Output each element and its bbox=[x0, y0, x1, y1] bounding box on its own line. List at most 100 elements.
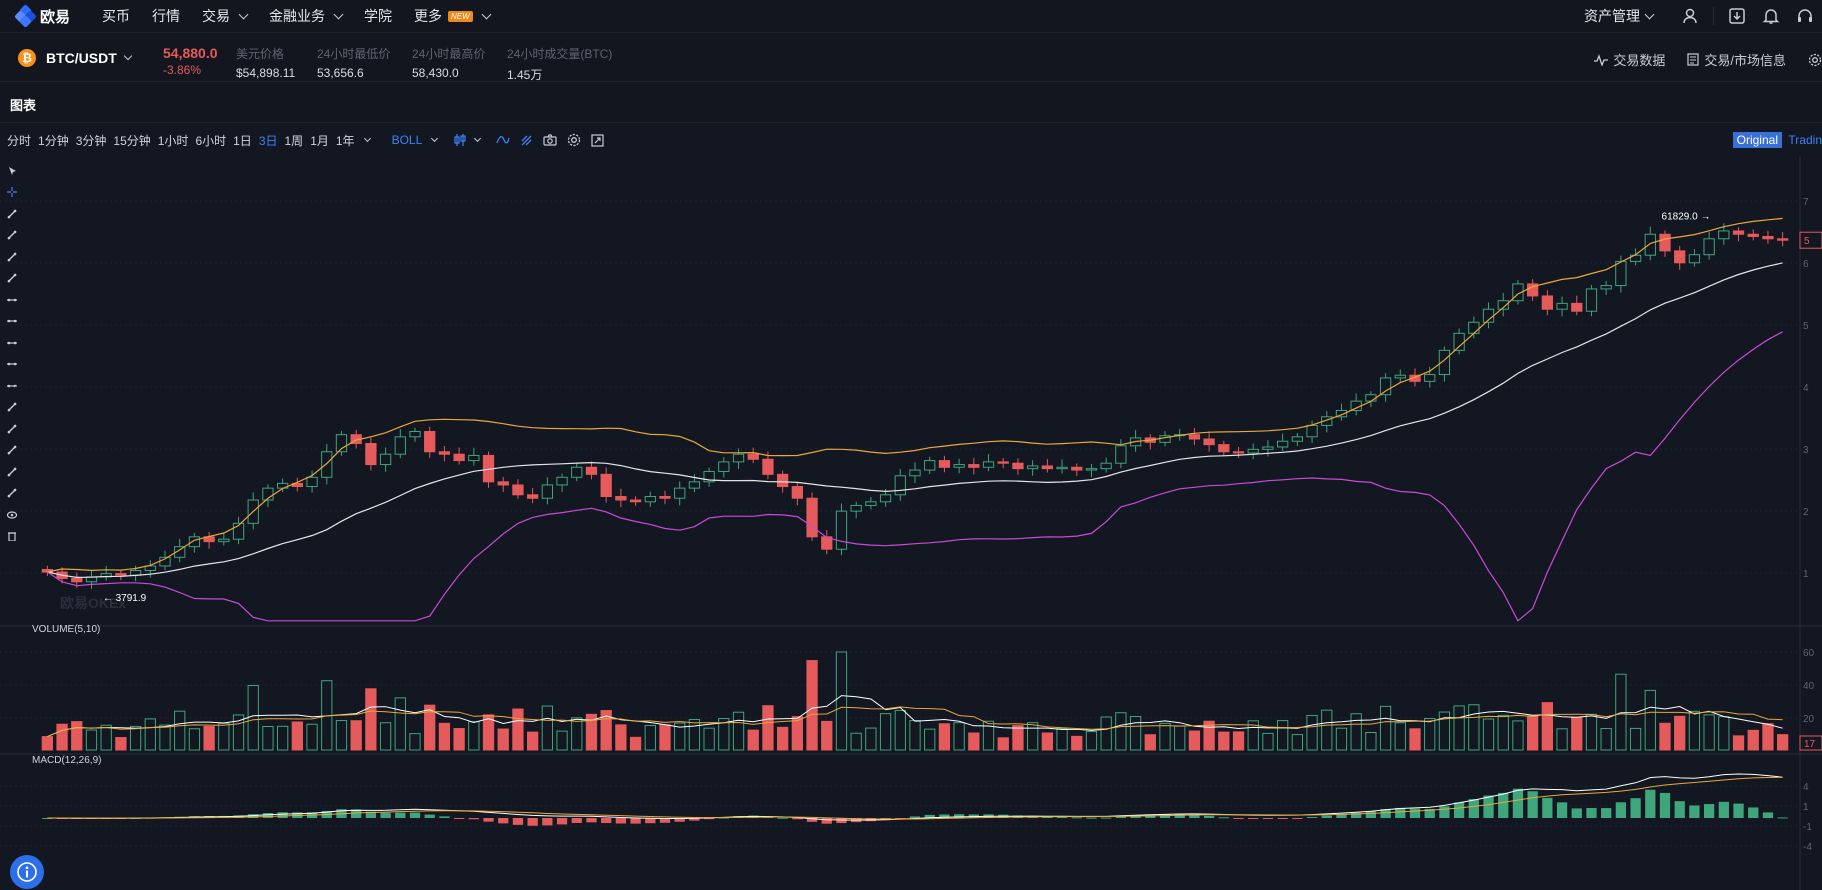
nav-item-0[interactable]: 买币 bbox=[102, 6, 130, 26]
okx-logo[interactable]: 欧易 bbox=[14, 4, 76, 28]
volume-bar bbox=[306, 723, 318, 751]
settings-icon[interactable] bbox=[1808, 53, 1822, 67]
macd-histogram-bar bbox=[527, 818, 538, 826]
candle bbox=[615, 496, 627, 501]
drawing-icon[interactable] bbox=[520, 134, 533, 147]
bell-icon[interactable] bbox=[1754, 0, 1788, 32]
stat-24h-high: 24小时最高价 58,430.0 bbox=[412, 45, 485, 80]
volume-label: VOLUME(5,10) bbox=[32, 624, 101, 635]
macd-histogram-bar bbox=[556, 818, 568, 825]
interval-10[interactable]: 1年 bbox=[336, 132, 355, 149]
interval-1[interactable]: 1分钟 bbox=[38, 132, 69, 149]
volume-bar bbox=[335, 720, 348, 751]
macd-histogram-bar bbox=[1277, 818, 1288, 819]
macd-histogram-bar bbox=[1468, 799, 1479, 818]
view-original-toggle[interactable]: Original bbox=[1732, 132, 1782, 148]
candle bbox=[306, 476, 318, 488]
indicator-select[interactable]: BOLL bbox=[392, 133, 439, 147]
candle-type-icon[interactable] bbox=[453, 133, 482, 147]
volume-bar bbox=[1056, 728, 1068, 751]
volume-bar bbox=[1629, 727, 1642, 751]
settings-icon[interactable] bbox=[567, 133, 581, 147]
macd-axis-tick: 1 bbox=[1803, 802, 1809, 813]
volume-bar bbox=[1512, 720, 1524, 751]
volume-bar bbox=[909, 720, 921, 751]
candle bbox=[1703, 238, 1715, 256]
info-button[interactable] bbox=[10, 855, 44, 889]
volume-bar bbox=[527, 731, 539, 751]
candle bbox=[1379, 377, 1392, 396]
stat-24h-volume: 24小时成交量(BTC) 1.45万 bbox=[507, 45, 612, 83]
fullscreen-icon[interactable] bbox=[591, 133, 604, 147]
headset-icon[interactable] bbox=[1788, 0, 1822, 32]
download-icon[interactable] bbox=[1720, 0, 1754, 32]
macd-histogram-bar bbox=[1321, 815, 1332, 818]
interval-4[interactable]: 1小时 bbox=[158, 132, 189, 149]
chart-canvas[interactable]: 7654321欧易OKEx61829.0 →← 3791.95604020174… bbox=[0, 156, 1822, 890]
nav-item-1[interactable]: 行情 bbox=[152, 6, 180, 26]
candle bbox=[129, 569, 142, 576]
volume-bar bbox=[1041, 732, 1054, 751]
nav-item-3[interactable]: 金融业务 bbox=[269, 6, 344, 26]
volume-bar bbox=[203, 726, 215, 751]
trading-data-link[interactable]: 交易数据 bbox=[1594, 50, 1665, 69]
view-tradingview-toggle[interactable]: Tradin bbox=[1788, 133, 1822, 147]
volume-bar bbox=[1409, 728, 1421, 751]
pair-selector[interactable]: BTC/USDT bbox=[46, 50, 133, 66]
candle bbox=[718, 461, 730, 472]
volume-bar bbox=[512, 708, 524, 751]
interval-5[interactable]: 6小时 bbox=[195, 132, 226, 149]
candle bbox=[1041, 465, 1054, 470]
interval-9[interactable]: 1月 bbox=[310, 132, 329, 149]
interval-8[interactable]: 1周 bbox=[285, 132, 304, 149]
macd-histogram-bar bbox=[1674, 801, 1685, 818]
macd-histogram-bar bbox=[615, 818, 627, 824]
nav-item-4[interactable]: 学院 bbox=[364, 6, 392, 26]
stat-value: 1.45万 bbox=[507, 68, 543, 82]
macd-histogram-bar bbox=[1645, 789, 1656, 818]
user-icon[interactable] bbox=[1673, 0, 1707, 32]
volume-bar bbox=[1762, 723, 1774, 751]
macd-histogram-bar bbox=[1718, 801, 1729, 818]
candle bbox=[1615, 260, 1627, 287]
macd-histogram-bar bbox=[1630, 798, 1641, 818]
candle bbox=[556, 476, 568, 486]
candle bbox=[644, 496, 656, 503]
volume-bar bbox=[1497, 714, 1509, 751]
macd-histogram-bar bbox=[1527, 791, 1538, 818]
volume-bar bbox=[1644, 689, 1656, 751]
asset-management-menu[interactable]: 资产管理 bbox=[1584, 6, 1655, 26]
nav-item-2[interactable]: 交易 bbox=[202, 6, 249, 26]
macd-histogram-bar bbox=[483, 818, 494, 822]
volume-bar bbox=[262, 726, 274, 751]
volume-bar bbox=[1306, 715, 1318, 751]
macd-histogram-bar bbox=[1306, 816, 1318, 818]
volume-bar bbox=[1335, 727, 1348, 751]
nav-item-5[interactable]: 更多 NEW bbox=[414, 6, 492, 26]
macd-histogram-bar bbox=[1086, 817, 1097, 819]
macd-histogram-bar bbox=[1262, 818, 1274, 819]
macd-axis-tick: -4 bbox=[1803, 842, 1812, 853]
interval-3[interactable]: 15分钟 bbox=[113, 132, 150, 149]
interval-7[interactable]: 3日 bbox=[259, 132, 278, 149]
bitcoin-icon: ₿ bbox=[18, 49, 36, 67]
market-info-link[interactable]: 交易/市场信息 bbox=[1687, 50, 1786, 69]
interval-2[interactable]: 3分钟 bbox=[76, 132, 107, 149]
candle bbox=[424, 431, 436, 453]
volume-bar bbox=[924, 728, 936, 751]
interval-6[interactable]: 1日 bbox=[233, 132, 252, 149]
chevron-down-icon[interactable] bbox=[363, 134, 371, 142]
candle bbox=[1350, 400, 1362, 411]
volume-bar bbox=[1115, 712, 1127, 751]
candle bbox=[1012, 462, 1024, 470]
candle bbox=[1203, 438, 1215, 446]
indicator-line-icon[interactable] bbox=[496, 134, 510, 146]
interval-0[interactable]: 分时 bbox=[7, 132, 31, 149]
volume-bar bbox=[438, 722, 451, 751]
macd-histogram-bar bbox=[1071, 817, 1082, 819]
macd-histogram-bar bbox=[262, 813, 274, 818]
camera-icon[interactable] bbox=[543, 134, 557, 146]
volume-bar bbox=[1674, 715, 1686, 751]
volume-bar bbox=[1174, 725, 1186, 751]
macd-histogram-bar bbox=[1659, 792, 1671, 818]
